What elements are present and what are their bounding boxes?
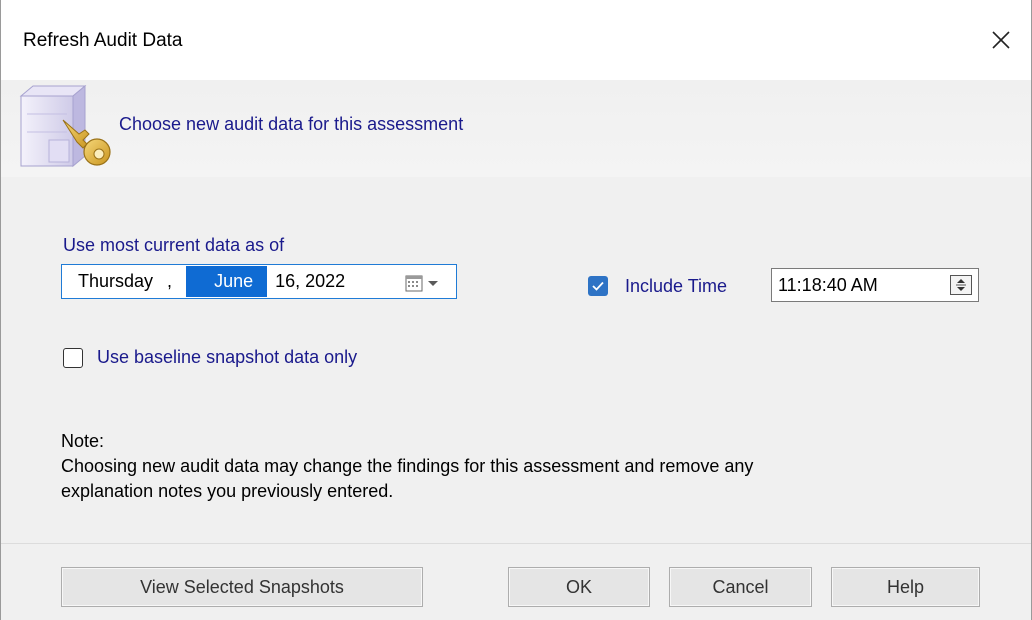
date-picker[interactable]: Thursday , June 16, 2022 [61, 264, 457, 299]
baseline-only-label[interactable]: Use baseline snapshot data only [97, 347, 357, 368]
calendar-icon [405, 275, 423, 292]
time-spinner[interactable] [950, 275, 972, 295]
note-line-1: Choosing new audit data may change the f… [61, 456, 754, 476]
time-picker[interactable]: 11:18:40 AM [771, 268, 979, 302]
spin-up-down-icon [956, 279, 966, 291]
close-button[interactable] [983, 22, 1019, 58]
header-band: Choose new audit data for this assessmen… [1, 80, 1031, 177]
calendar-dropdown-button[interactable] [405, 273, 445, 293]
title-bar: Refresh Audit Data [1, 0, 1031, 80]
cancel-button[interactable]: Cancel [669, 567, 812, 607]
header-text: Choose new audit data for this assessmen… [119, 114, 464, 134]
time-value[interactable]: 11:18:40 AM [778, 275, 878, 296]
view-selected-snapshots-button[interactable]: View Selected Snapshots [61, 567, 423, 607]
chevron-down-icon [428, 281, 438, 286]
server-key-icon [19, 84, 119, 169]
include-time-checkbox[interactable] [588, 276, 608, 296]
date-separator: , [167, 271, 173, 291]
date-month[interactable]: June [186, 266, 268, 297]
help-button[interactable]: Help [831, 567, 980, 607]
date-day-year[interactable]: 16, 2022 [275, 271, 345, 292]
checkmark-icon [592, 281, 604, 291]
dialog-title: Refresh Audit Data [23, 30, 183, 51]
close-icon [992, 31, 1010, 49]
ok-button[interactable]: OK [508, 567, 650, 607]
current-data-label: Use most current data as of [63, 235, 285, 255]
date-day-of-week[interactable]: Thursday [78, 271, 153, 292]
dialog-body: Use most current data as of Thursday , J… [1, 177, 1031, 543]
note-line-2: explanation notes you previously entered… [61, 481, 394, 501]
refresh-audit-data-dialog: Refresh Audit Data Choose new audit data… [0, 0, 1032, 620]
baseline-only-checkbox[interactable] [63, 348, 83, 368]
note-heading: Note: [61, 431, 105, 451]
include-time-label[interactable]: Include Time [625, 276, 727, 297]
note-text: Note: Choosing new audit data may change… [61, 429, 753, 504]
button-bar: View Selected Snapshots OK Cancel Help [1, 543, 1031, 620]
